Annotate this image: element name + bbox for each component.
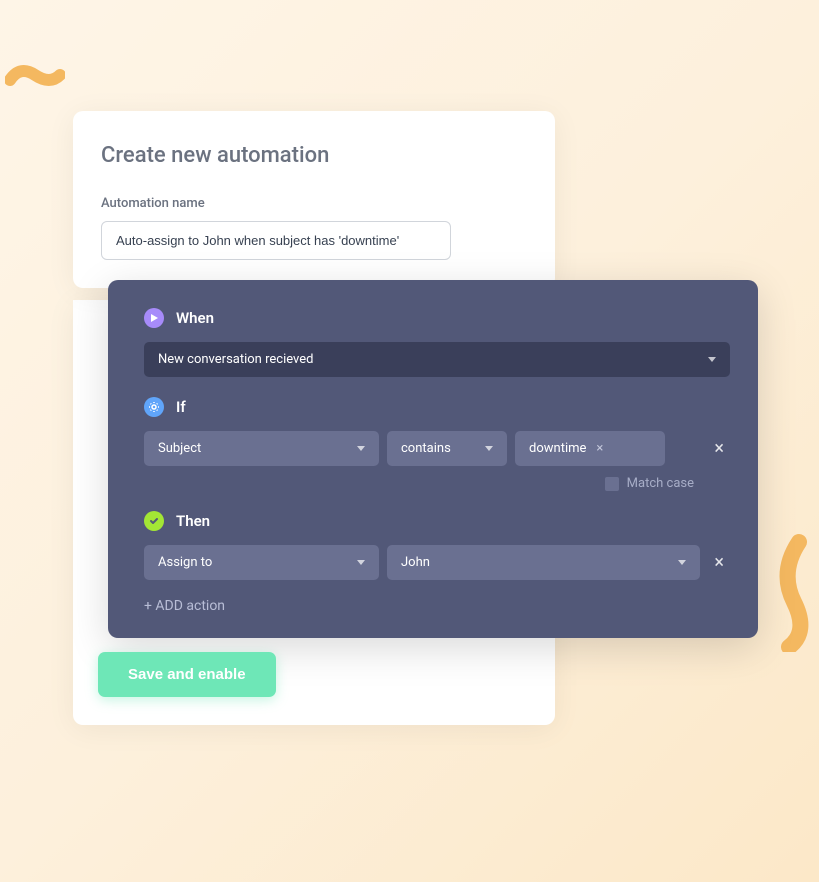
- delete-action-button[interactable]: ×: [708, 552, 730, 573]
- chevron-down-icon: [357, 560, 365, 565]
- chevron-down-icon: [357, 446, 365, 451]
- add-action-button[interactable]: + ADD action: [144, 598, 225, 614]
- delete-condition-button[interactable]: ×: [708, 438, 730, 459]
- then-action-value: Assign to: [158, 555, 212, 570]
- remove-chip-icon[interactable]: ×: [596, 441, 603, 456]
- save-enable-button[interactable]: Save and enable: [98, 652, 276, 697]
- gear-icon: [144, 397, 164, 417]
- match-case-label: Match case: [627, 476, 694, 491]
- if-title: If: [176, 398, 186, 416]
- automation-name-input[interactable]: [101, 221, 451, 260]
- if-field-dropdown[interactable]: Subject: [144, 431, 379, 466]
- if-value-text: downtime: [529, 441, 586, 456]
- if-operator-dropdown[interactable]: contains: [387, 431, 507, 466]
- when-title: When: [176, 309, 214, 327]
- chevron-down-icon: [485, 446, 493, 451]
- page-title: Create new automation: [101, 143, 527, 168]
- if-operator-value: contains: [401, 441, 451, 456]
- when-trigger-value: New conversation recieved: [158, 352, 313, 367]
- if-section: If Subject contains downtime × × Match c…: [136, 397, 730, 491]
- match-case-checkbox[interactable]: [605, 477, 619, 491]
- decorative-worm-top: [5, 60, 65, 100]
- automation-name-label: Automation name: [101, 196, 527, 211]
- rules-panel: When New conversation recieved If Subjec…: [108, 280, 758, 638]
- chevron-down-icon: [678, 560, 686, 565]
- play-icon: [144, 308, 164, 328]
- then-section: Then Assign to John × + ADD action: [136, 511, 730, 614]
- if-value-chip[interactable]: downtime ×: [515, 431, 665, 466]
- then-action-dropdown[interactable]: Assign to: [144, 545, 379, 580]
- then-target-value: John: [401, 555, 430, 570]
- when-section: When New conversation recieved: [136, 308, 730, 377]
- chevron-down-icon: [708, 357, 716, 362]
- when-trigger-dropdown[interactable]: New conversation recieved: [144, 342, 730, 377]
- automation-card: Create new automation Automation name: [73, 111, 555, 288]
- then-target-dropdown[interactable]: John: [387, 545, 700, 580]
- if-field-value: Subject: [158, 441, 201, 456]
- then-title: Then: [176, 512, 210, 530]
- decorative-worm-bottom: [759, 532, 819, 652]
- check-icon: [144, 511, 164, 531]
